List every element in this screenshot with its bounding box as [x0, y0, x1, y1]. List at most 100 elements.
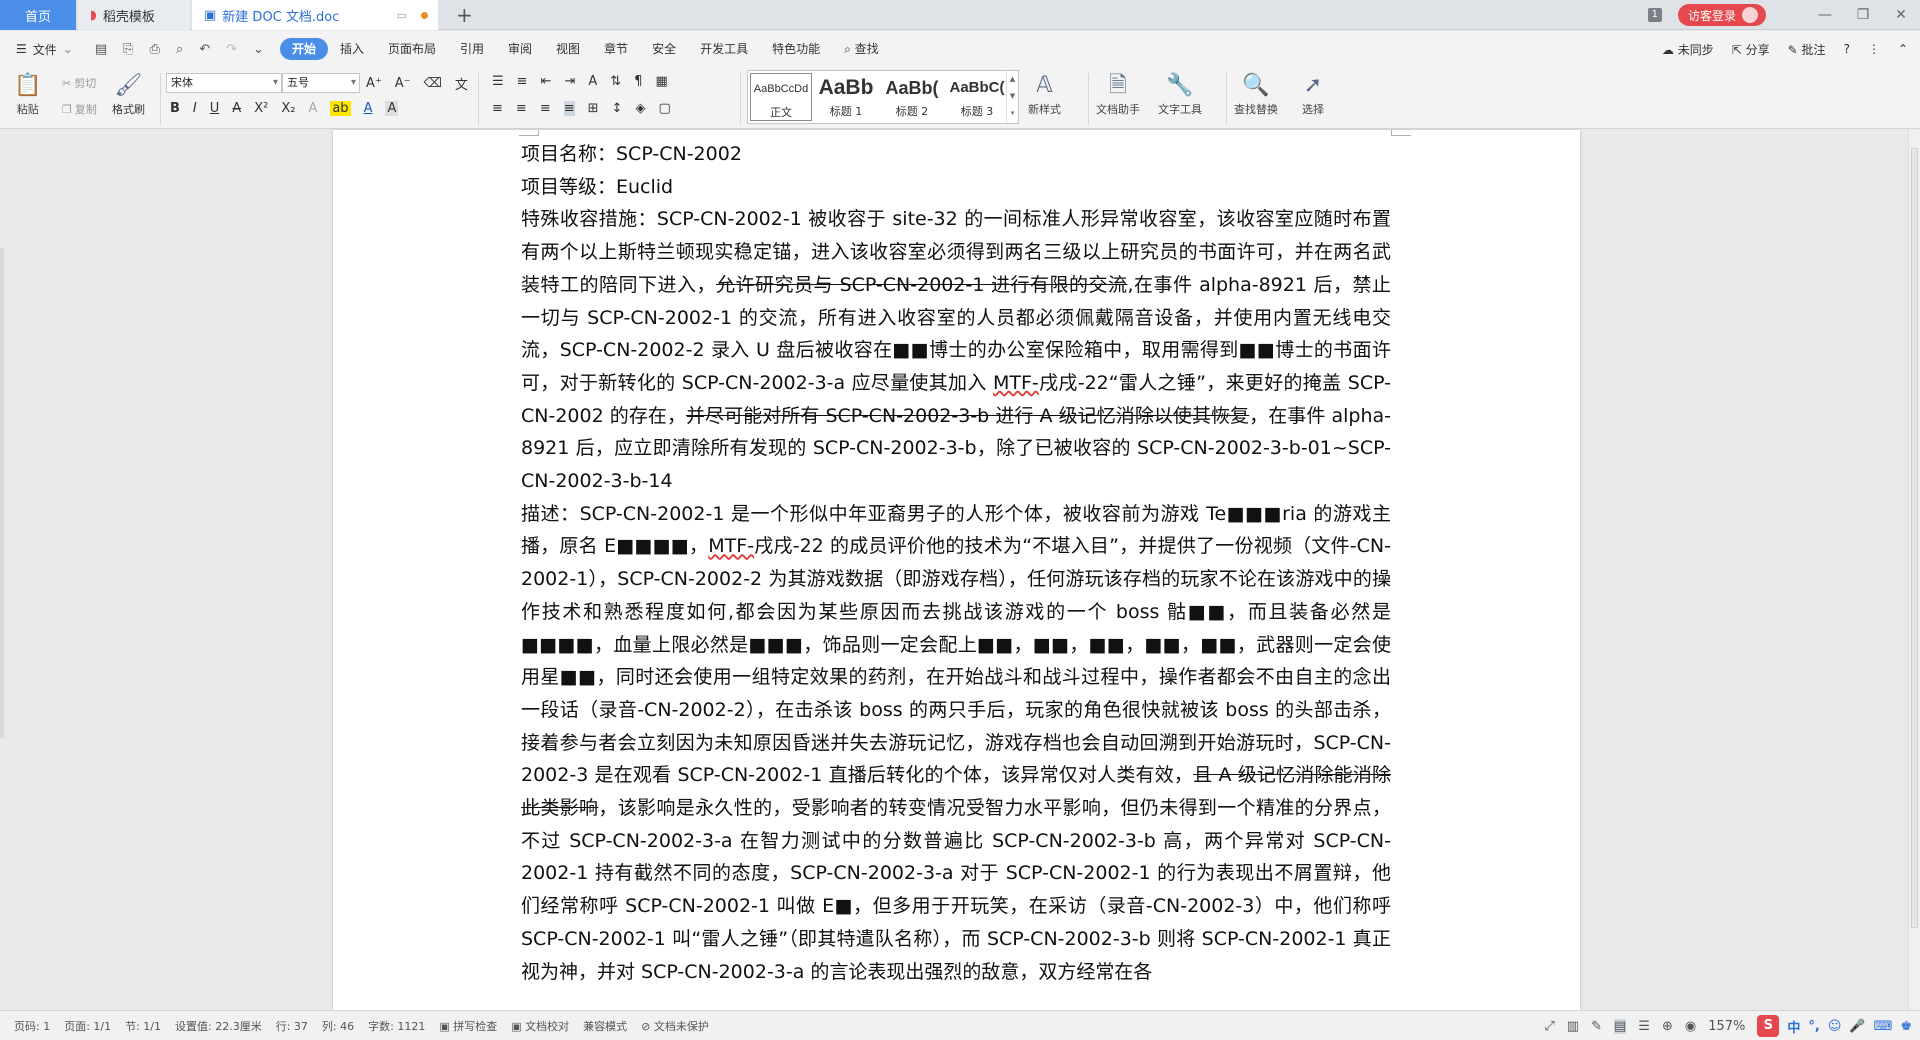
doc-helper-button[interactable]: 🗎 文档助手 — [1096, 71, 1140, 117]
write-mode-icon[interactable]: ✎ — [1591, 1019, 1602, 1034]
zoom-level[interactable]: 157% — [1708, 1019, 1745, 1034]
shading-icon[interactable]: ◈ — [635, 101, 645, 116]
new-tab-button[interactable]: + — [456, 3, 473, 27]
screen-share-icon[interactable]: ▭ — [397, 9, 407, 22]
new-style-button[interactable]: 𝔸 新样式 — [1028, 71, 1061, 117]
vertical-scrollbar[interactable] — [1908, 130, 1920, 1010]
save-icon[interactable]: ▤ — [95, 42, 107, 57]
tab-review[interactable]: 审阅 — [496, 38, 544, 60]
clear-format-icon[interactable]: ⌫ — [424, 76, 442, 91]
document-body[interactable]: 项目名称：SCP-CN-2002 项目等级：Euclid 特殊收容措施：SCP-CN… — [521, 138, 1391, 988]
styles-scroll[interactable]: ▲ ▼ ▾ — [1006, 71, 1018, 123]
bullet-list-icon[interactable]: ☰ — [492, 74, 504, 89]
tab-references[interactable]: 引用 — [448, 38, 496, 60]
tab-security[interactable]: 安全 — [640, 38, 688, 60]
subscript-icon[interactable]: X₂ — [281, 101, 295, 116]
web-view-icon[interactable]: ⊕ — [1662, 1019, 1673, 1034]
tab-view[interactable]: 视图 — [544, 38, 592, 60]
collapse-ribbon-icon[interactable]: ⌃ — [1898, 42, 1908, 56]
close-button[interactable]: ✕ — [1882, 7, 1920, 23]
eye-protect-icon[interactable]: ◉ — [1685, 1019, 1696, 1034]
align-center-icon[interactable]: ≡ — [516, 101, 527, 116]
read-mode-icon[interactable]: ▥ — [1567, 1019, 1579, 1034]
tab-developer[interactable]: 开发工具 — [688, 38, 760, 60]
document-paragraph[interactable]: 特殊收容措施：SCP-CN-2002-1 被收容于 site-32 的一间标准人… — [521, 203, 1391, 497]
copy-button[interactable]: ❐ 复制 — [62, 101, 97, 117]
help-button[interactable]: ? — [1844, 42, 1850, 56]
align-right-icon[interactable]: ≡ — [540, 101, 551, 116]
italic-icon[interactable]: I — [193, 101, 197, 116]
decrease-indent-icon[interactable]: ⇤ — [541, 74, 552, 89]
more-icon[interactable]: ⋮ — [1868, 42, 1880, 56]
font-color-icon[interactable]: A — [364, 101, 373, 116]
distribute-icon[interactable]: ⊞ — [588, 101, 599, 116]
output-icon[interactable]: ⎘ — [123, 42, 133, 57]
sync-button[interactable]: ☁ 未同步 — [1662, 41, 1714, 58]
style-heading-2[interactable]: AaBb( 标题 2 — [880, 73, 944, 121]
line-spacing-icon[interactable]: ↕ — [612, 101, 623, 116]
justify-icon[interactable]: ≡ — [563, 101, 575, 116]
select-button[interactable]: ➚ 选择 — [1302, 71, 1324, 117]
file-menu-button[interactable]: ☰ 文件 ⌄ — [16, 41, 73, 58]
status-words[interactable]: 字数: 1121 — [368, 1018, 425, 1034]
tab-page-layout[interactable]: 页面布局 — [376, 38, 448, 60]
table-icon[interactable]: ▦ — [655, 74, 667, 89]
format-painter-button[interactable]: 🖌 格式刷 — [112, 71, 145, 117]
outline-view-icon[interactable]: ☰ — [1638, 1019, 1650, 1034]
shrink-font-icon[interactable]: A⁻ — [395, 76, 411, 91]
window-count-badge[interactable]: 1 — [1647, 8, 1662, 22]
strikethrough-icon[interactable]: A — [232, 101, 241, 116]
print-preview-icon[interactable]: ⌕ — [176, 42, 183, 57]
tab-start[interactable]: 开始 — [279, 38, 328, 60]
paste-button[interactable]: 📋 粘贴 — [14, 71, 41, 117]
numbered-list-icon[interactable]: ≡ — [517, 74, 528, 89]
phonetic-guide-icon[interactable]: 文 — [455, 74, 468, 93]
restore-button[interactable]: ❐ — [1844, 7, 1882, 23]
borders-icon[interactable]: ▢ — [658, 101, 670, 116]
grow-font-icon[interactable]: A⁺ — [366, 76, 382, 91]
minimize-button[interactable]: — — [1806, 7, 1844, 23]
highlight-icon[interactable]: ab — [330, 101, 351, 116]
guest-login-button[interactable]: 访客登录 — [1677, 4, 1766, 26]
sort-icon[interactable]: ⇅ — [610, 74, 621, 89]
style-heading-3[interactable]: AaBbC( 标题 3 — [946, 73, 1008, 121]
tab-features[interactable]: 特色功能 — [760, 38, 832, 60]
tab-home[interactable]: 首页 — [0, 0, 76, 30]
font-size-select[interactable]: 五号 — [282, 73, 360, 93]
increase-indent-icon[interactable]: ⇥ — [564, 74, 575, 89]
scrollbar-thumb[interactable] — [1911, 148, 1918, 928]
status-page[interactable]: 页码: 1 — [14, 1018, 50, 1034]
page-view-icon[interactable]: ▤ — [1613, 1018, 1627, 1034]
doc-protect-button[interactable]: ⊘ 文档未保护 — [641, 1018, 709, 1034]
text-effect-icon[interactable]: A — [308, 101, 317, 116]
text-tools-button[interactable]: 🔧 文字工具 — [1158, 71, 1202, 117]
find-replace-button[interactable]: 🔍 查找替换 — [1234, 71, 1278, 117]
document-paragraph[interactable]: 项目等级：Euclid — [521, 171, 1391, 204]
bold-icon[interactable]: B — [170, 101, 180, 116]
redo-icon[interactable]: ↷ — [226, 42, 237, 57]
document-paragraph[interactable]: 项目名称：SCP-CN-2002 — [521, 138, 1391, 171]
tab-insert[interactable]: 插入 — [328, 38, 376, 60]
ime-toolbar[interactable]: S 中 °, ☺ 🎤 ⌨ ♚ — [1757, 1015, 1912, 1037]
align-left-icon[interactable]: ≡ — [492, 101, 503, 116]
font-name-select[interactable]: 宋体 — [166, 73, 282, 93]
style-normal[interactable]: AaBbCcDd 正文 — [750, 73, 812, 121]
underline-icon[interactable]: U — [210, 101, 220, 116]
cut-button[interactable]: ✂ 剪切 — [62, 75, 96, 91]
proofread-button[interactable]: ▣ 文档校对 — [511, 1018, 569, 1034]
superscript-icon[interactable]: X² — [254, 101, 268, 116]
search-command[interactable]: ⌕ 查找 — [832, 38, 891, 60]
share-button[interactable]: ⇱ 分享 — [1732, 41, 1770, 58]
spell-check-button[interactable]: ▣ 拼写检查 — [439, 1018, 497, 1034]
tab-chapter[interactable]: 章节 — [592, 38, 640, 60]
document-page[interactable]: 项目名称：SCP-CN-2002 项目等级：Euclid 特殊收容措施：SCP-CN… — [333, 130, 1580, 1010]
show-marks-icon[interactable]: ¶ — [634, 74, 642, 89]
document-paragraph[interactable]: 描述：SCP-CN-2002-1 是一个形似中年亚裔男子的人形个体，被收容前为游… — [521, 498, 1391, 989]
fullscreen-icon[interactable]: ⤢ — [1544, 1019, 1554, 1034]
print-icon[interactable]: ⎙ — [150, 42, 160, 57]
chinese-layout-icon[interactable]: A — [588, 74, 597, 89]
char-shading-icon[interactable]: A — [385, 101, 399, 116]
style-heading-1[interactable]: AaBb 标题 1 — [814, 73, 878, 121]
tab-daoke-templates[interactable]: ◗ 稻壳模板 — [78, 0, 190, 30]
comment-button[interactable]: ✎ 批注 — [1788, 41, 1826, 58]
